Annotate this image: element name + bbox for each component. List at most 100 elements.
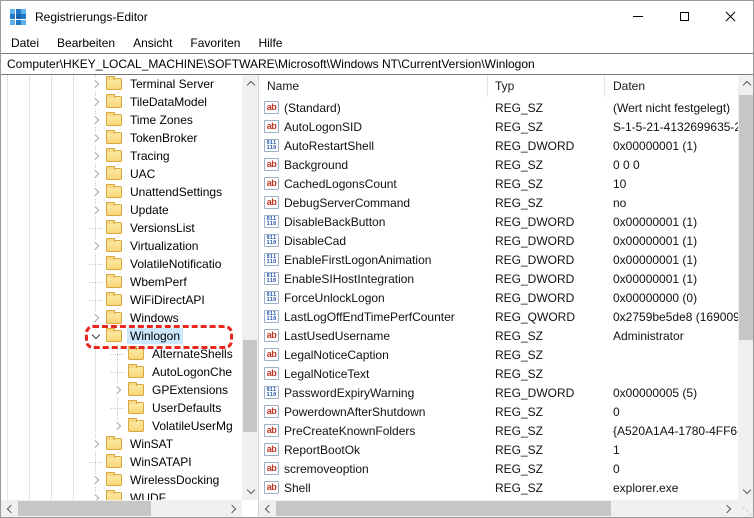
- tree-expander-icon[interactable]: [89, 329, 102, 343]
- value-row[interactable]: 011 110 DisableBackButton REG_DWORD 0x000000…: [259, 212, 738, 231]
- list-horizontal-scrollbar[interactable]: [259, 500, 737, 517]
- tree-item[interactable]: VersionsList: [1, 219, 242, 237]
- tree-connector-dots: [89, 276, 102, 289]
- tree-item[interactable]: Tracing: [1, 147, 242, 165]
- tree-expander-icon[interactable]: [89, 239, 102, 253]
- scroll-right-button[interactable]: [225, 500, 242, 517]
- maximize-button[interactable]: [661, 1, 707, 32]
- tree-expander-icon[interactable]: [89, 77, 102, 91]
- menu-bearbeiten[interactable]: Bearbeiten: [48, 34, 124, 52]
- value-row[interactable]: ab LegalNoticeCaption REG_SZ: [259, 345, 738, 364]
- menu-datei[interactable]: Datei: [2, 34, 48, 52]
- tree-item[interactable]: UnattendSettings: [1, 183, 242, 201]
- scroll-left-button[interactable]: [1, 500, 18, 517]
- tree-item[interactable]: WirelessDocking: [1, 471, 242, 489]
- value-row[interactable]: ab AutoLogonSID REG_SZ S-1-5-21-4132699635-…: [259, 117, 738, 136]
- tree-item[interactable]: VolatileNotificatio: [1, 255, 242, 273]
- tree-expander-icon[interactable]: [89, 491, 102, 500]
- tree-expander-icon[interactable]: [89, 311, 102, 325]
- tree-item[interactable]: Terminal Server: [1, 75, 242, 93]
- value-row[interactable]: ab scremoveoption REG_SZ 0: [259, 459, 738, 478]
- list-vertical-scrollbar[interactable]: [738, 75, 753, 500]
- tree-item[interactable]: WUDF: [1, 489, 242, 500]
- scroll-up-button[interactable]: [242, 75, 259, 92]
- tree-item[interactable]: TokenBroker: [1, 129, 242, 147]
- tree-item[interactable]: WinSATAPI: [1, 453, 242, 471]
- value-row[interactable]: ab PreCreateKnownFolders REG_SZ {A520A1A4-1…: [259, 421, 738, 440]
- value-row[interactable]: ab Shell REG_SZ explorer.exe: [259, 478, 738, 497]
- column-header-daten[interactable]: Daten: [605, 75, 737, 97]
- tree-item[interactable]: AlternateShells: [1, 345, 242, 363]
- value-row[interactable]: ab PowerdownAfterShutdown REG_SZ 0: [259, 402, 738, 421]
- tree-vscroll-thumb[interactable]: [243, 340, 257, 432]
- address-bar[interactable]: Computer\HKEY_LOCAL_MACHINE\SOFTWARE\Mic…: [1, 53, 753, 75]
- tree-item[interactable]: Time Zones: [1, 111, 242, 129]
- value-row[interactable]: 011 110 ForceUnlockLogon REG_DWORD 0x0000000…: [259, 288, 738, 307]
- value-row[interactable]: 011 110 PasswordExpiryWarning REG_DWORD 0x00…: [259, 383, 738, 402]
- tree-expander-icon[interactable]: [111, 383, 124, 397]
- scroll-right-button[interactable]: [720, 500, 737, 517]
- value-type: REG_DWORD: [495, 138, 575, 153]
- tree-item[interactable]: TileDataModel: [1, 93, 242, 111]
- tree-item[interactable]: Update: [1, 201, 242, 219]
- chevron-right-icon: [90, 475, 99, 485]
- value-row[interactable]: ab LegalNoticeText REG_SZ: [259, 364, 738, 383]
- tree-item[interactable]: GPExtensions: [1, 381, 242, 399]
- tree-vertical-scrollbar[interactable]: [242, 75, 259, 500]
- tree-horizontal-scrollbar[interactable]: [1, 500, 242, 517]
- scroll-down-button[interactable]: [242, 483, 259, 500]
- value-row[interactable]: 011 110 EnableFirstLogonAnimation REG_DWORD…: [259, 250, 738, 269]
- value-row[interactable]: ab ReportBootOk REG_SZ 1: [259, 440, 738, 459]
- scroll-up-button[interactable]: [738, 75, 753, 92]
- menu-favoriten[interactable]: Favoriten: [181, 34, 249, 52]
- tree-item[interactable]: AutoLogonChe: [1, 363, 242, 381]
- tree-item[interactable]: Winlogon: [1, 327, 242, 345]
- tree-expander-icon[interactable]: [111, 419, 124, 433]
- value-row[interactable]: ab LastUsedUsername REG_SZ Administrator: [259, 326, 738, 345]
- column-header-typ[interactable]: Typ: [488, 75, 605, 97]
- tree-expander-icon[interactable]: [89, 95, 102, 109]
- tree-expander-icon[interactable]: [89, 113, 102, 127]
- tree-item[interactable]: WinSAT: [1, 435, 242, 453]
- value-row[interactable]: ab DebugServerCommand REG_SZ no: [259, 193, 738, 212]
- tree-item[interactable]: Virtualization: [1, 237, 242, 255]
- tree-item[interactable]: VolatileUserMg: [1, 417, 242, 435]
- tree-connector-dots: [111, 366, 124, 379]
- value-name-cell: ab (Standard): [259, 101, 488, 115]
- title-bar[interactable]: Registrierungs-Editor: [1, 1, 753, 32]
- value-row[interactable]: ab Background REG_SZ 0 0 0: [259, 155, 738, 174]
- list-hscroll-thumb[interactable]: [276, 501, 611, 516]
- resize-grip[interactable]: ⋱: [737, 500, 753, 517]
- tree-item[interactable]: Windows: [1, 309, 242, 327]
- close-button[interactable]: [707, 1, 753, 32]
- list-vscroll-thumb[interactable]: [739, 95, 753, 340]
- tree-expander-icon[interactable]: [89, 203, 102, 217]
- column-header-name[interactable]: Name: [259, 75, 488, 97]
- tree-expander-icon[interactable]: [89, 185, 102, 199]
- value-name: Background: [284, 157, 349, 172]
- tree-expander-icon[interactable]: [89, 149, 102, 163]
- scroll-left-button[interactable]: [259, 500, 276, 517]
- value-type: REG_SZ: [495, 176, 544, 191]
- tree-item[interactable]: UserDefaults: [1, 399, 242, 417]
- value-row[interactable]: 011 110 AutoRestartShell REG_DWORD 0x0000000…: [259, 136, 738, 155]
- value-row[interactable]: ab (Standard) REG_SZ (Wert nicht festgelegt…: [259, 98, 738, 117]
- minimize-button[interactable]: [615, 1, 661, 32]
- value-row[interactable]: 011 110 LastLogOffEndTimePerfCounter REG_QW…: [259, 307, 738, 326]
- tree-expander-icon[interactable]: [89, 473, 102, 487]
- menu-ansicht[interactable]: Ansicht: [124, 34, 181, 52]
- value-row[interactable]: 011 110 DisableCad REG_DWORD 0x00000001 (1): [259, 231, 738, 250]
- tree-item[interactable]: UAC: [1, 165, 242, 183]
- tree-expander-icon[interactable]: [89, 167, 102, 181]
- menu-hilfe[interactable]: Hilfe: [249, 34, 291, 52]
- tree-expander-icon[interactable]: [89, 131, 102, 145]
- tree-item[interactable]: WbemPerf: [1, 273, 242, 291]
- tree-expander-icon[interactable]: [89, 437, 102, 451]
- string-value-icon: ab: [264, 101, 279, 114]
- value-row[interactable]: ab CachedLogonsCount REG_SZ 10: [259, 174, 738, 193]
- value-row[interactable]: 011 110 EnableSIHostIntegration REG_DWORD 0x…: [259, 269, 738, 288]
- tree-item[interactable]: WiFiDirectAPI: [1, 291, 242, 309]
- tree-hscroll-thumb[interactable]: [18, 501, 151, 516]
- scroll-down-button[interactable]: [738, 483, 753, 500]
- value-type: REG_DWORD: [495, 385, 575, 400]
